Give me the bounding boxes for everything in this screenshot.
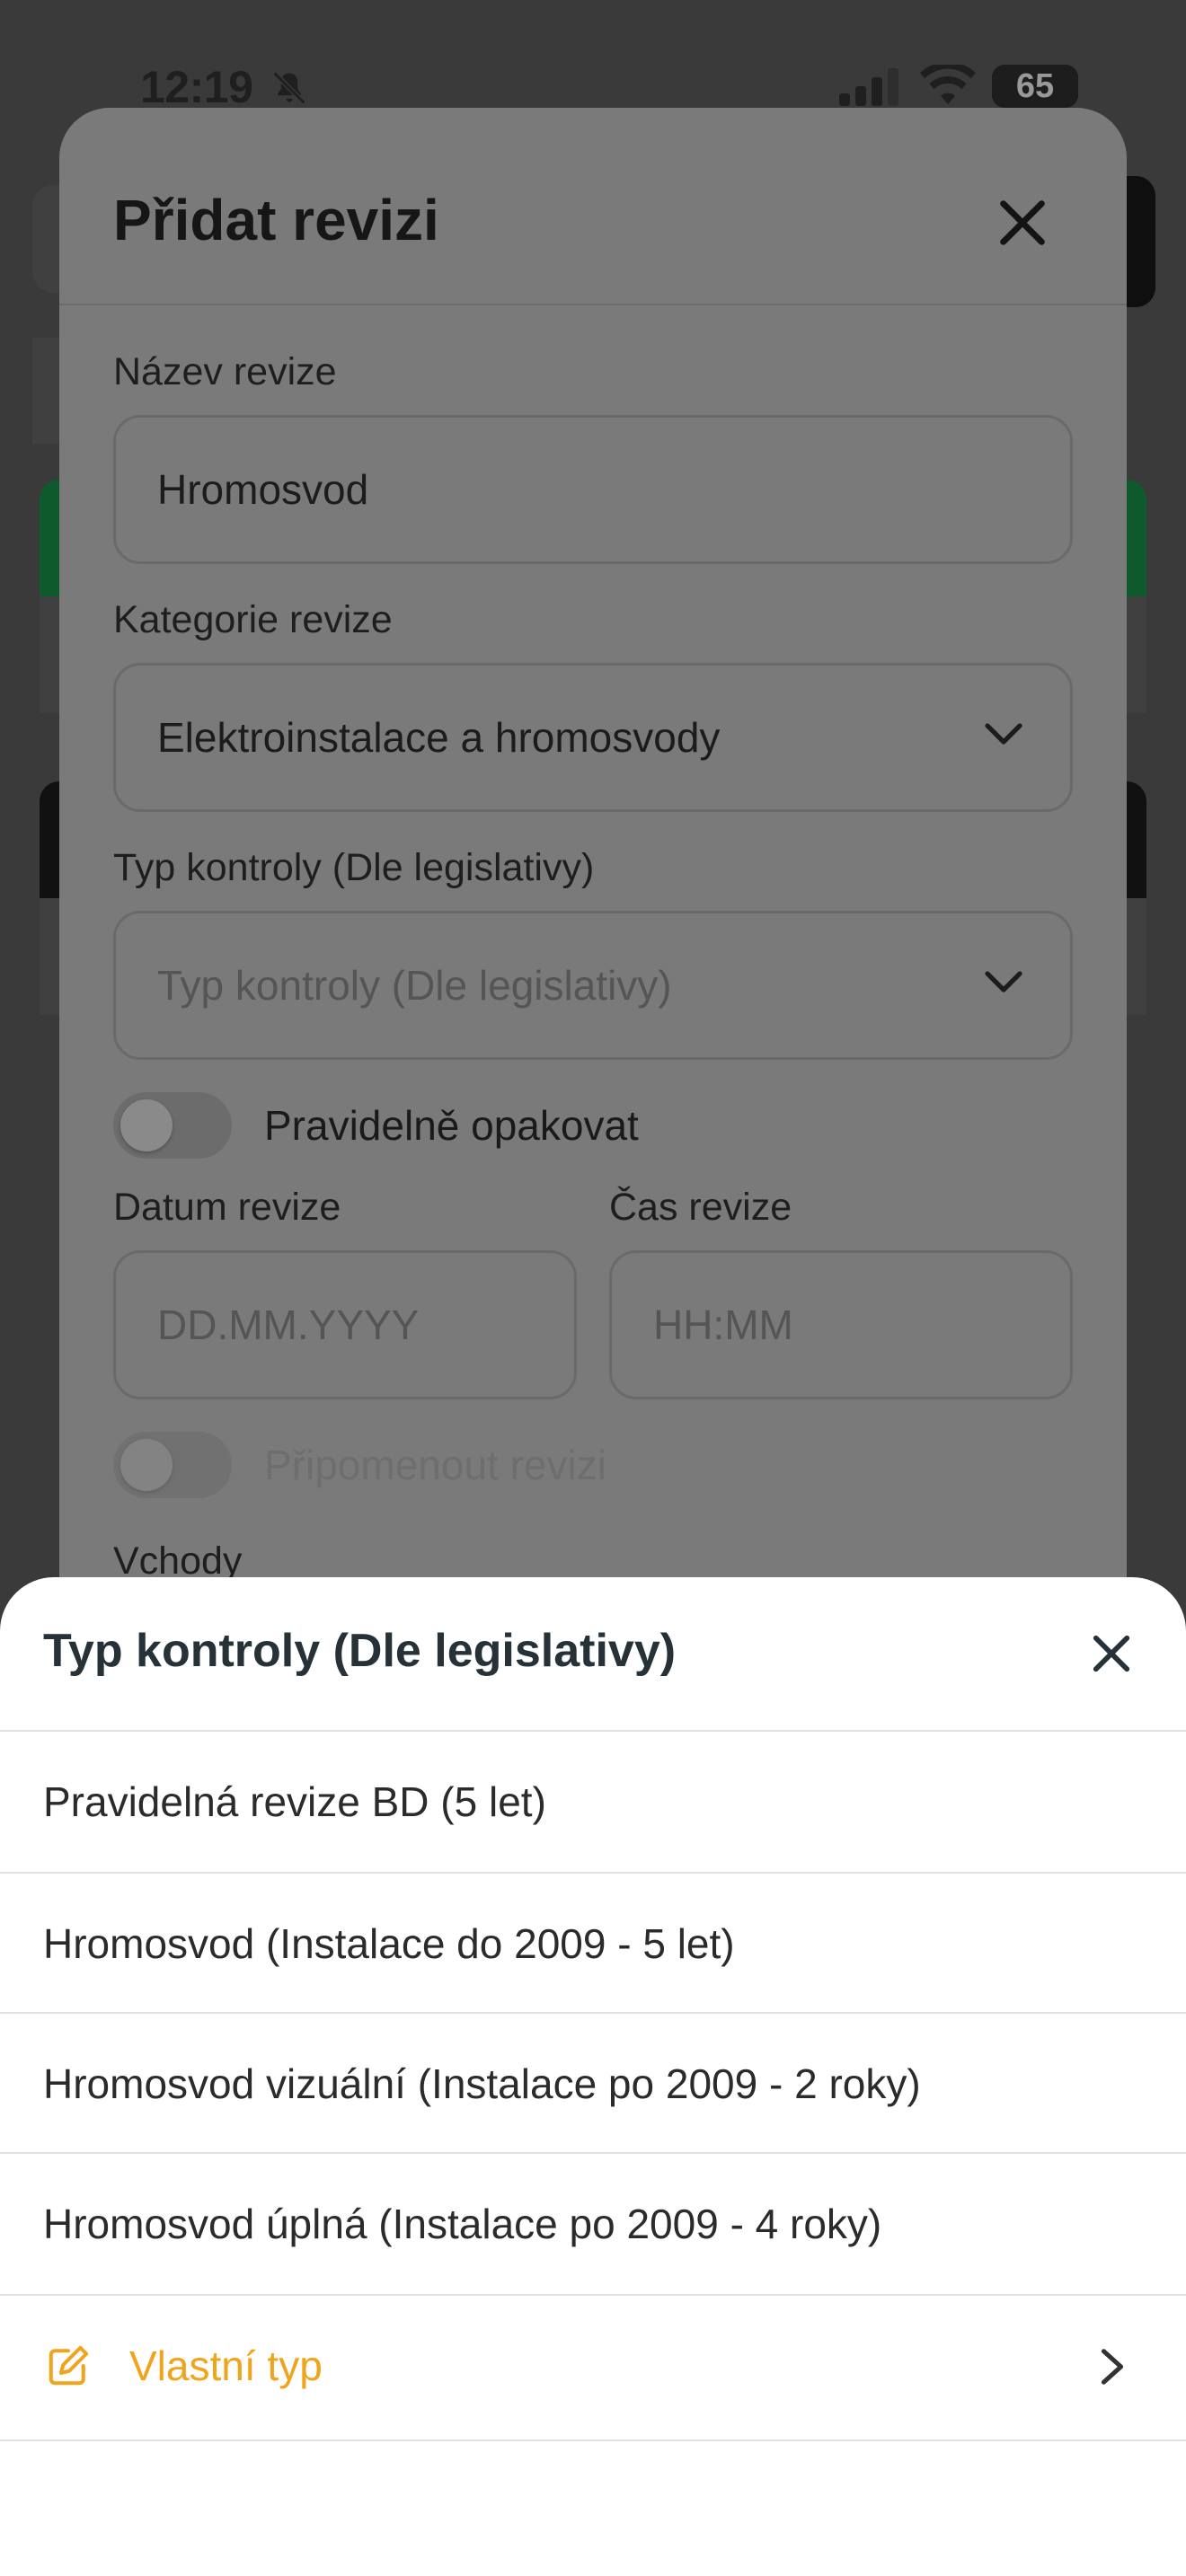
control-type-select[interactable]: Typ kontroly (Dle legislativy) <box>113 911 1073 1060</box>
option-label: Hromosvod úplná (Instalace po 2009 - 4 r… <box>43 2201 882 2247</box>
option-label: Hromosvod vizuální (Instalace po 2009 - … <box>43 2060 921 2107</box>
battery-indicator: 65 <box>992 65 1078 108</box>
edit-icon <box>49 2345 89 2386</box>
option-item[interactable]: Hromosvod vizuální (Instalace po 2009 - … <box>0 2014 1186 2154</box>
control-type-label: Typ kontroly (Dle legislativy) <box>113 846 595 889</box>
wifi-icon <box>920 65 976 104</box>
name-input-value: Hromosvod <box>157 466 369 513</box>
option-label: Hromosvod (Instalace do 2009 - 5 let) <box>43 1920 735 1967</box>
option-item[interactable]: Hromosvod (Instalace do 2009 - 5 let) <box>0 1874 1186 2014</box>
divider <box>0 2439 1186 2441</box>
custom-type-label: Vlastní typ <box>129 2342 323 2389</box>
time-label: Čas revize <box>609 1186 792 1229</box>
repeat-toggle[interactable] <box>113 1092 232 1159</box>
date-input-placeholder: DD.MM.YYYY <box>157 1301 420 1348</box>
modal-header: Přidat revizi <box>59 108 1127 305</box>
sheet-title: Typ kontroly (Dle legislativy) <box>43 1625 677 1677</box>
status-time: 12:19 <box>140 62 253 112</box>
bell-muted-icon <box>272 71 306 105</box>
control-type-sheet: Typ kontroly (Dle legislativy) Pravideln… <box>0 1577 1186 2576</box>
time-input-placeholder: HH:MM <box>653 1301 793 1348</box>
date-label: Datum revize <box>113 1186 341 1229</box>
chevron-down-icon <box>985 971 1022 992</box>
date-input[interactable]: DD.MM.YYYY <box>113 1250 577 1399</box>
close-icon[interactable] <box>994 194 1051 251</box>
category-label: Kategorie revize <box>113 598 393 641</box>
custom-type-item[interactable]: Vlastní typ <box>0 2296 1186 2438</box>
option-label: Pravidelná revize BD (5 let) <box>43 1778 546 1825</box>
category-select-value: Elektroinstalace a hromosvody <box>157 714 721 761</box>
category-select[interactable]: Elektroinstalace a hromosvody <box>113 663 1073 812</box>
chevron-down-icon <box>985 723 1022 745</box>
name-input[interactable]: Hromosvod <box>113 415 1073 564</box>
modal-title: Přidat revizi <box>113 188 439 252</box>
remind-toggle[interactable] <box>113 1432 232 1498</box>
add-revision-modal: Přidat revizi Název revize Hromosvod Kat… <box>59 108 1127 1689</box>
cellular-signal-icon <box>839 68 898 106</box>
remind-toggle-label: Připomenout revizi <box>264 1442 606 1488</box>
control-type-placeholder: Typ kontroly (Dle legislativy) <box>157 962 672 1009</box>
time-input[interactable]: HH:MM <box>609 1250 1073 1399</box>
option-item[interactable]: Pravidelná revize BD (5 let) <box>0 1732 1186 1872</box>
option-item[interactable]: Hromosvod úplná (Instalace po 2009 - 4 r… <box>0 2154 1186 2294</box>
name-label: Název revize <box>113 350 337 393</box>
repeat-toggle-label: Pravidelně opakovat <box>264 1102 639 1149</box>
chevron-right-icon <box>1101 2349 1124 2385</box>
close-icon[interactable] <box>1091 1633 1132 1674</box>
